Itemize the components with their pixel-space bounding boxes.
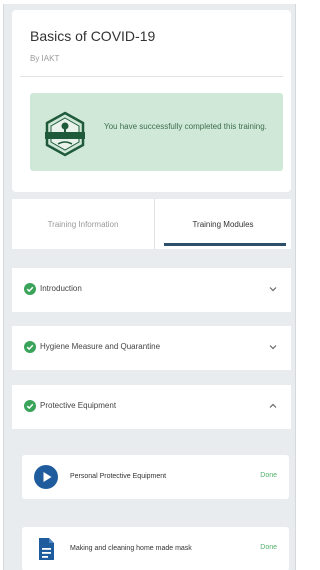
check-circle-icon <box>24 283 36 295</box>
module-label: Personal Protective Equipment <box>70 473 167 480</box>
completion-message: You have successfully completed this tra… <box>104 122 267 131</box>
check-circle-icon <box>24 400 36 412</box>
active-tab-indicator <box>164 243 286 246</box>
tab-bar: Training Information Training Modules <box>12 199 291 249</box>
check-circle-icon <box>24 341 36 353</box>
tab-training-information[interactable]: Training Information <box>12 199 154 249</box>
module-label: Making and cleaning home made mask <box>70 545 192 552</box>
section-label: Protective Equipment <box>40 401 117 410</box>
chevron-down-icon[interactable] <box>269 286 277 292</box>
module-item-personal-protective-equipment[interactable]: Personal Protective Equipment Done <box>22 455 289 499</box>
module-list: Personal Protective Equipment Done Makin… <box>12 432 291 570</box>
chevron-down-icon[interactable] <box>269 344 277 350</box>
play-video-icon <box>34 465 58 489</box>
module-status: Done <box>260 472 277 479</box>
course-title: Basics of COVID-19 <box>30 28 156 44</box>
tab-training-modules[interactable]: Training Modules <box>154 199 291 249</box>
module-item-home-made-mask[interactable]: Making and cleaning home made mask Done <box>22 527 289 570</box>
module-status: Done <box>260 544 277 551</box>
section-label: Introduction <box>40 284 82 293</box>
completion-banner: You have successfully completed this tra… <box>30 93 283 171</box>
divider <box>20 76 283 77</box>
section-introduction[interactable]: Introduction <box>12 268 291 312</box>
certificate-badge-icon <box>45 111 85 157</box>
section-label: Hygiene Measure and Quarantine <box>40 342 161 351</box>
chevron-up-icon[interactable] <box>269 403 277 409</box>
document-icon <box>39 538 54 560</box>
section-hygiene-measure[interactable]: Hygiene Measure and Quarantine <box>12 326 291 370</box>
course-author: By IAKT <box>30 54 60 63</box>
course-header-card: Basics of COVID-19 By IAKT You have succ… <box>12 10 291 192</box>
section-protective-equipment[interactable]: Protective Equipment <box>12 385 291 429</box>
app-frame: Basics of COVID-19 By IAKT You have succ… <box>3 4 296 570</box>
